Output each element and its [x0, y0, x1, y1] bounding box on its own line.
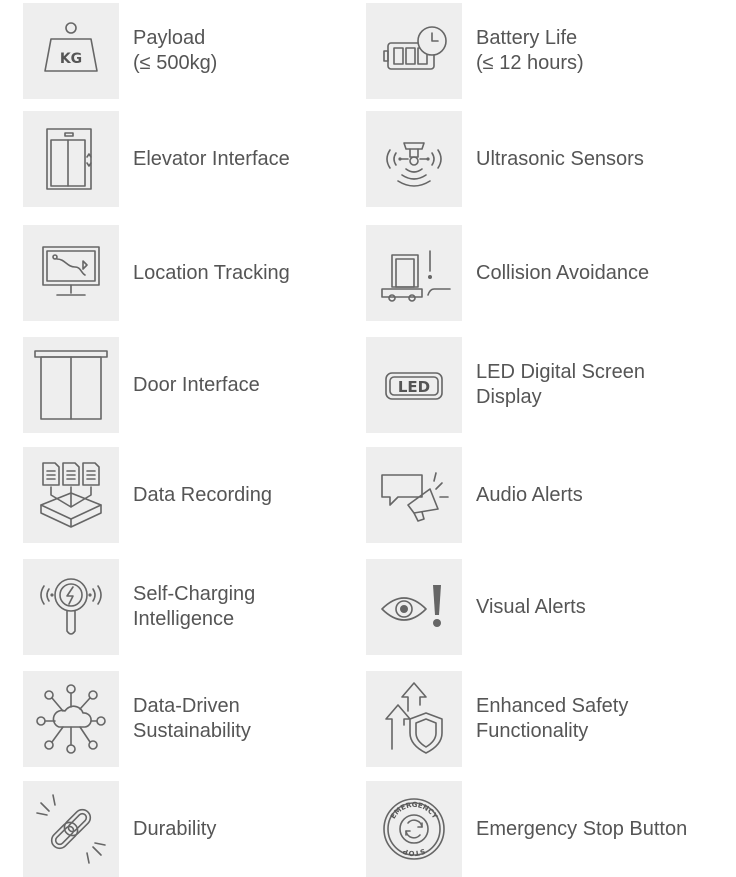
- feature-visual-alerts: Visual Alerts: [366, 559, 706, 655]
- cloud-network-icon: [23, 671, 119, 767]
- feature-label: Payload (≤ 500kg): [133, 27, 218, 74]
- emergency-stop-icon: EMERGENCY STOP: [366, 781, 462, 877]
- feature-emergency-stop: EMERGENCY STOP Emergency Stop Button: [366, 781, 706, 877]
- battery-clock-icon: [366, 3, 462, 99]
- feature-label: LED Digital Screen Display: [476, 361, 645, 408]
- feature-label: Self-Charging Intelligence: [133, 583, 256, 630]
- location-monitor-icon: [23, 225, 119, 321]
- feature-label: Durability: [133, 817, 217, 840]
- feature-self-charging: Self-Charging Intelligence: [23, 559, 363, 655]
- feature-label: Battery Life (≤ 12 hours): [476, 27, 584, 74]
- feature-collision-avoidance: Collision Avoidance: [366, 225, 706, 321]
- feature-elevator-interface: Elevator Interface: [23, 111, 363, 207]
- kg-text: KG: [60, 51, 82, 67]
- feature-payload: KG Payload (≤ 500kg): [23, 3, 363, 99]
- feature-label: Ultrasonic Sensors: [476, 147, 644, 170]
- svg-text:STOP: STOP: [402, 847, 427, 857]
- feature-enhanced-safety: Enhanced Safety Functionality: [366, 671, 706, 767]
- feature-label: Door Interface: [133, 373, 260, 396]
- feature-data-recording: Data Recording: [23, 447, 363, 543]
- feature-battery-life: Battery Life (≤ 12 hours): [366, 3, 706, 99]
- feature-ultrasonic-sensors: Ultrasonic Sensors: [366, 111, 706, 207]
- door-icon: [23, 337, 119, 433]
- feature-label: Visual Alerts: [476, 595, 586, 618]
- collision-avoidance-icon: [366, 225, 462, 321]
- feature-label: Enhanced Safety Functionality: [476, 695, 629, 742]
- feature-door-interface: Door Interface: [23, 337, 363, 433]
- feature-location-tracking: Location Tracking: [23, 225, 363, 321]
- arrow-shield-icon: [366, 671, 462, 767]
- payload-weight-icon: KG: [23, 3, 119, 99]
- chain-link-icon: [23, 781, 119, 877]
- led-text: LED: [398, 378, 430, 396]
- feature-label: Data Recording: [133, 483, 272, 506]
- feature-label: Elevator Interface: [133, 147, 290, 170]
- feature-label: Audio Alerts: [476, 483, 583, 506]
- feature-led-display: LED LED Digital Screen Display: [366, 337, 706, 433]
- feature-label: Data-Driven Sustainability: [133, 695, 251, 742]
- elevator-icon: [23, 111, 119, 207]
- eye-alert-icon: [366, 559, 462, 655]
- feature-label: Collision Avoidance: [476, 261, 650, 284]
- led-screen-icon: LED: [366, 337, 462, 433]
- megaphone-chat-icon: [366, 447, 462, 543]
- feature-data-driven-sustainability: Data-Driven Sustainability: [23, 671, 363, 767]
- stop-text: STOP: [402, 847, 427, 857]
- self-charging-icon: [23, 559, 119, 655]
- feature-label: Emergency Stop Button: [476, 817, 688, 840]
- feature-durability: Durability: [23, 781, 363, 877]
- data-recording-icon: [23, 447, 119, 543]
- feature-audio-alerts: Audio Alerts: [366, 447, 706, 543]
- ultrasonic-sensor-icon: [366, 111, 462, 207]
- feature-label: Location Tracking: [133, 261, 290, 284]
